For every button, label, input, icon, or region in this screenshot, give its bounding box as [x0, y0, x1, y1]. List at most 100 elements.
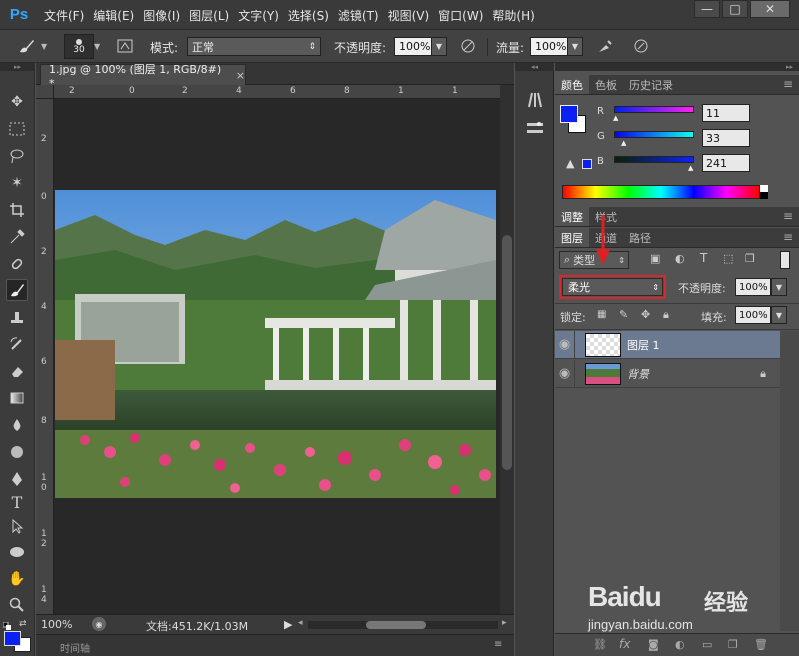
- filter-pixel-icon[interactable]: ▣: [650, 252, 660, 265]
- g-slider[interactable]: [614, 131, 694, 138]
- scroll-thumb[interactable]: [502, 235, 512, 470]
- brush-presets-icon[interactable]: [524, 89, 546, 111]
- filter-adjustment-icon[interactable]: ◐: [675, 252, 685, 265]
- scroll-left-icon[interactable]: ◂: [298, 618, 303, 628]
- brush-picker-arrow-icon[interactable]: ▼: [94, 42, 100, 51]
- menu-window[interactable]: 窗口(W): [438, 7, 492, 24]
- airbrush-icon[interactable]: [594, 36, 616, 56]
- g-slider-handle-icon[interactable]: ▲: [621, 139, 626, 147]
- canvas[interactable]: [55, 99, 500, 614]
- brush-tool-icon[interactable]: [6, 279, 28, 301]
- visibility-eye-icon[interactable]: ◉: [555, 359, 575, 388]
- tab-close-icon[interactable]: ×: [236, 69, 245, 82]
- menu-file[interactable]: 文件(F): [44, 7, 93, 24]
- timeline-tab[interactable]: 时间轴: [60, 640, 90, 655]
- color-spectrum-bar[interactable]: [562, 185, 760, 199]
- trash-icon[interactable]: 🗑︎: [754, 638, 768, 651]
- brush-panel-toggle-icon[interactable]: [114, 36, 136, 56]
- menu-image[interactable]: 图像(I): [143, 7, 189, 24]
- scroll-thumb[interactable]: [366, 621, 426, 629]
- collapse-grip-icon[interactable]: ◂◂: [515, 63, 554, 71]
- menu-layer[interactable]: 图层(L): [189, 7, 238, 24]
- move-tool-icon[interactable]: ✥: [6, 91, 28, 113]
- menu-select[interactable]: 选择(S): [288, 7, 338, 24]
- tool-preset-arrow-icon[interactable]: ▼: [41, 42, 47, 51]
- white-swatch[interactable]: [760, 185, 768, 192]
- panel-menu-icon[interactable]: ≡: [783, 75, 799, 94]
- document-tab[interactable]: 1.jpg @ 100% (图层 1, RGB/8#) * ×: [40, 63, 246, 90]
- fx-icon[interactable]: fx: [619, 637, 630, 651]
- flow-dropdown-icon[interactable]: ▼: [567, 37, 583, 56]
- close-button[interactable]: ✕: [750, 0, 790, 18]
- gamut-warning-icon[interactable]: ▲: [566, 157, 574, 170]
- horizontal-scrollbar[interactable]: [308, 621, 498, 629]
- lock-image-icon[interactable]: ✎: [619, 308, 628, 321]
- status-menu-arrow-icon[interactable]: ▶: [284, 618, 292, 631]
- zoom-tool-icon[interactable]: [6, 594, 28, 616]
- adjustment-layer-icon[interactable]: ◐: [675, 638, 685, 651]
- crop-tool-icon[interactable]: [6, 199, 28, 221]
- filter-shape-icon[interactable]: ⬚: [723, 252, 733, 265]
- fill-input[interactable]: 100%: [735, 306, 771, 324]
- b-slider[interactable]: [614, 156, 694, 163]
- layer-opacity-dropdown-icon[interactable]: ▼: [771, 278, 787, 296]
- gradient-tool-icon[interactable]: [6, 387, 28, 409]
- foreground-color-swatch[interactable]: [4, 631, 21, 646]
- default-colors-icon[interactable]: [2, 619, 11, 630]
- fg-color-swatch[interactable]: [560, 105, 578, 123]
- menu-help[interactable]: 帮助(H): [492, 7, 543, 24]
- eraser-tool-icon[interactable]: [6, 360, 28, 382]
- tab-swatches[interactable]: 色板: [589, 75, 623, 94]
- add-mask-icon[interactable]: ◙: [648, 638, 659, 651]
- restore-button[interactable]: □: [722, 0, 748, 18]
- r-value-input[interactable]: 11: [702, 104, 750, 122]
- type-tool-icon[interactable]: T: [6, 491, 28, 513]
- tab-history[interactable]: 历史记录: [623, 75, 679, 94]
- tab-adjustments[interactable]: 调整: [555, 207, 589, 226]
- black-swatch[interactable]: [760, 192, 768, 199]
- g-value-input[interactable]: 33: [702, 129, 750, 147]
- flow-input[interactable]: 100%: [530, 37, 568, 56]
- lasso-tool-icon[interactable]: [6, 145, 28, 167]
- history-brush-icon[interactable]: [6, 333, 28, 355]
- healing-brush-icon[interactable]: [6, 253, 28, 275]
- new-layer-icon[interactable]: ❐: [728, 638, 738, 651]
- lock-all-icon[interactable]: 🔒︎: [663, 308, 669, 322]
- eyedropper-icon[interactable]: [6, 226, 28, 248]
- layer-filter-select[interactable]: ⌕ 类型 ⇕: [559, 251, 629, 269]
- opacity-input[interactable]: 100%: [394, 37, 432, 56]
- collapse-grip-icon[interactable]: ▸▸: [0, 63, 35, 71]
- vertical-scrollbar[interactable]: [500, 85, 514, 614]
- layer-opacity-input[interactable]: 100%: [735, 278, 771, 296]
- r-slider[interactable]: [614, 106, 694, 113]
- path-selection-icon[interactable]: [6, 515, 28, 537]
- layer-name[interactable]: 图层 1: [627, 337, 660, 353]
- zoom-level[interactable]: 100%: [41, 618, 72, 631]
- new-group-icon[interactable]: ▭: [702, 638, 712, 651]
- tab-paths[interactable]: 路径: [623, 228, 657, 247]
- marquee-tool-icon[interactable]: [6, 118, 28, 140]
- b-slider-handle-icon[interactable]: ▲: [688, 164, 693, 172]
- layer-name[interactable]: 背景: [627, 366, 649, 382]
- brush-tool-icon[interactable]: [16, 36, 38, 56]
- pressure-size-icon[interactable]: [630, 36, 652, 56]
- swap-colors-icon[interactable]: ⇄: [19, 619, 27, 629]
- ellipse-tool-icon[interactable]: [6, 541, 28, 563]
- lock-transparent-icon[interactable]: ▦: [597, 309, 606, 320]
- filter-toggle[interactable]: [780, 251, 790, 269]
- opacity-dropdown-icon[interactable]: ▼: [431, 37, 447, 56]
- panel-menu-icon[interactable]: ≡: [783, 207, 799, 226]
- mode-select[interactable]: 正常 ⇕: [187, 37, 321, 56]
- pen-tool-icon[interactable]: [6, 468, 28, 490]
- link-layers-icon[interactable]: ⛓: [593, 638, 607, 651]
- blend-mode-select[interactable]: 柔光 ⇕: [562, 278, 663, 296]
- stamp-tool-icon[interactable]: [6, 306, 28, 328]
- lock-position-icon[interactable]: ✥: [641, 308, 650, 321]
- menu-filter[interactable]: 滤镜(T): [338, 7, 388, 24]
- panel-menu-icon[interactable]: ≡: [783, 228, 799, 247]
- clone-source-icon[interactable]: [524, 118, 546, 140]
- menu-type[interactable]: 文字(Y): [238, 7, 288, 24]
- r-slider-handle-icon[interactable]: ▲: [613, 114, 618, 122]
- timeline-menu-icon[interactable]: ≡: [494, 639, 502, 650]
- visibility-eye-icon[interactable]: ◉: [555, 330, 575, 359]
